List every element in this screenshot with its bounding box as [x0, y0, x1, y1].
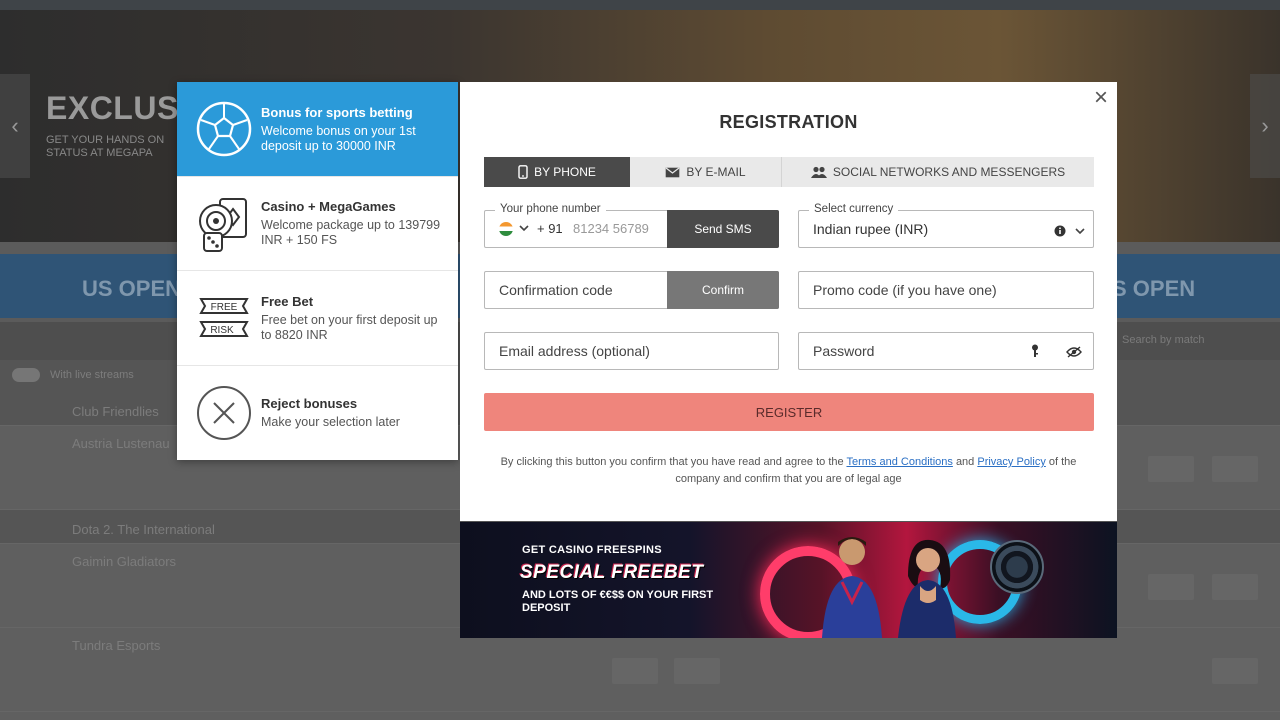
modal-title: REGISTRATION: [719, 112, 858, 132]
registration-modal: × REGISTRATION BY PHONE BY E-MAIL SOCIAL…: [460, 82, 1117, 521]
password-field[interactable]: Password: [798, 332, 1094, 370]
promo-line-3: AND LOTS OF €€$$ ON YOUR FIRST DEPOSIT: [522, 589, 714, 614]
player-illustration: [822, 537, 882, 638]
phone-label: Your phone number: [495, 203, 606, 215]
legal-notice: By clicking this button you confirm that…: [500, 456, 1077, 485]
currency-select[interactable]: Select currency Indian rupee (INR): [798, 203, 1094, 248]
privacy-link[interactable]: Privacy Policy: [977, 456, 1045, 468]
hero-prev-arrow[interactable]: ‹: [0, 74, 30, 178]
send-sms-button[interactable]: Send SMS: [667, 210, 779, 248]
bonus-description: Welcome bonus on your 1st deposit up to …: [261, 123, 416, 153]
terms-link[interactable]: Terms and Conditions: [846, 456, 952, 468]
roulette-wheel-icon: [990, 540, 1044, 594]
casino-chip-icon: [193, 192, 255, 254]
bonus-option-casino[interactable]: Casino + MegaGames Welcome package up to…: [177, 177, 458, 271]
envelope-icon: [665, 167, 680, 178]
hero-subtitle: GET YOUR HANDS ON STATUS AT MEGAPA: [46, 134, 165, 159]
close-button[interactable]: ×: [1090, 86, 1112, 110]
bonus-description: Make your selection later: [261, 415, 400, 430]
email-field[interactable]: Email address (optional): [484, 332, 779, 370]
bonus-title: Casino + MegaGames: [261, 199, 396, 215]
india-flag-icon[interactable]: [499, 222, 513, 236]
match-search[interactable]: Search by match: [1122, 334, 1205, 346]
phone-field: Your phone number + 91 Send SMS: [484, 203, 779, 248]
promo-code-field[interactable]: Promo code (if you have one): [798, 271, 1094, 309]
currency-label: Select currency: [809, 203, 899, 215]
promo-code-placeholder: Promo code (if you have one): [813, 282, 997, 298]
woman-illustration: [898, 539, 956, 638]
bonus-option-reject[interactable]: Reject bonuses Make your selection later: [177, 366, 458, 461]
chevron-down-icon[interactable]: [518, 220, 530, 241]
eye-slash-icon[interactable]: [1066, 345, 1082, 363]
tab-by-email[interactable]: BY E-MAIL: [630, 157, 782, 187]
registration-tabs: BY PHONE BY E-MAIL SOCIAL NETWORKS AND M…: [484, 157, 1094, 187]
promo-line-1: GET CASINO FREESPINS: [522, 544, 662, 556]
free-risk-icon: FREE RISK: [193, 287, 255, 349]
info-icon[interactable]: [1054, 224, 1066, 242]
promo-banner[interactable]: GET CASINO FREESPINS SPECIAL FREEBET AND…: [460, 522, 1117, 638]
svg-text:FREE: FREE: [211, 302, 238, 313]
tab-by-phone[interactable]: BY PHONE: [484, 157, 630, 187]
hero-title: EXCLUSI: [46, 90, 189, 126]
users-icon: [810, 166, 827, 178]
bonus-option-freebet[interactable]: FREE RISK Free Bet Free bet on your first…: [177, 271, 458, 366]
live-streams-toggle[interactable]: [12, 368, 40, 382]
list-item: Tundra Esports: [0, 628, 1280, 712]
bonus-description: Free bet on your first deposit up to 882…: [261, 312, 438, 342]
confirmation-code-field[interactable]: Confirmation code Confirm: [484, 271, 779, 309]
confirm-button[interactable]: Confirm: [667, 271, 779, 309]
country-code: + 91: [537, 221, 563, 236]
bonus-title: Reject bonuses: [261, 396, 358, 412]
bonus-selector: Bonus for sports betting Welcome bonus o…: [177, 82, 458, 460]
reject-icon: [193, 382, 255, 444]
phone-icon: [518, 165, 528, 179]
password-placeholder: Password: [813, 343, 875, 359]
key-icon[interactable]: [1031, 344, 1039, 363]
svg-text:RISK: RISK: [210, 325, 234, 336]
promo-line-2: SPECIAL FREEBET: [520, 562, 704, 583]
confirmation-code-placeholder: Confirmation code: [499, 282, 613, 298]
register-button[interactable]: REGISTER: [484, 393, 1094, 431]
hero-next-arrow[interactable]: ›: [1250, 74, 1280, 178]
currency-value: Indian rupee (INR): [813, 221, 929, 237]
soccer-ball-icon: [193, 98, 255, 160]
email-placeholder: Email address (optional): [499, 343, 650, 359]
tab-social-networks[interactable]: SOCIAL NETWORKS AND MESSENGERS: [782, 157, 1094, 187]
bonus-description: Welcome package up to 139799 INR + 150 F…: [261, 218, 441, 248]
bonus-option-sports[interactable]: Bonus for sports betting Welcome bonus o…: [177, 82, 458, 177]
bonus-title: Bonus for sports betting: [261, 104, 413, 120]
bonus-title: Free Bet: [261, 293, 314, 309]
top-bar: [0, 0, 1280, 10]
chevron-down-icon[interactable]: [1074, 224, 1086, 242]
